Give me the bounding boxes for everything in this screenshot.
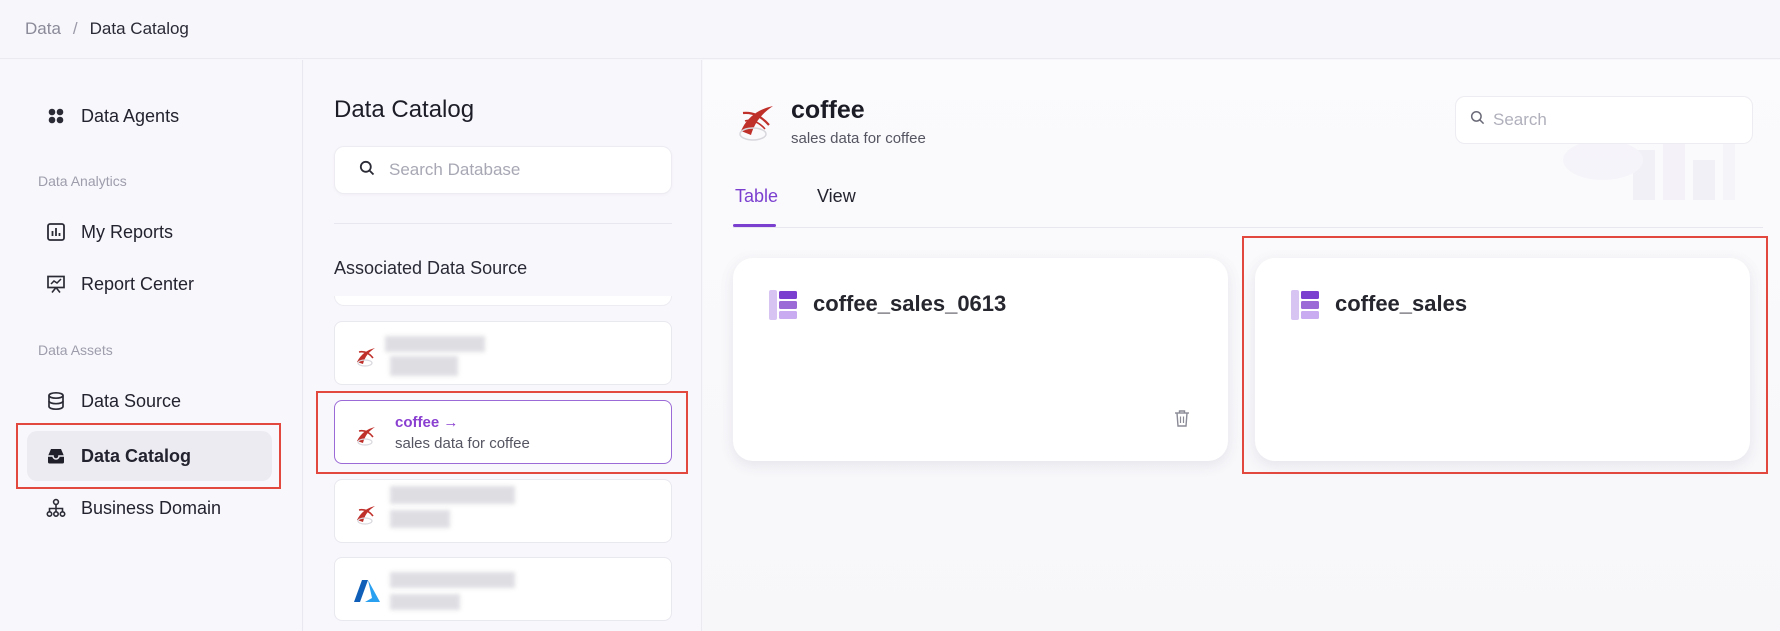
sidebar-item-label: Data Agents (81, 105, 180, 126)
main-content: coffee sales data for coffee Table View … (703, 60, 1780, 631)
catalog-icon (45, 445, 67, 467)
sql-server-logo (735, 97, 777, 143)
redacted-description (390, 594, 460, 610)
data-source-name[interactable]: coffee → (395, 414, 458, 431)
sidebar-item-data-source[interactable]: Data Source (27, 376, 272, 426)
data-source-description: sales data for coffee (395, 435, 530, 452)
search-icon (359, 160, 375, 181)
breadcrumb: Data / Data Catalog (0, 0, 1780, 59)
table-icon (1291, 290, 1319, 320)
database-description: sales data for coffee (791, 130, 926, 147)
agents-icon (45, 105, 67, 127)
active-tab-indicator (733, 224, 776, 227)
hierarchy-icon (45, 497, 67, 519)
sidebar-item-data-catalog[interactable]: Data Catalog (27, 431, 272, 481)
search-database-box[interactable] (334, 146, 672, 194)
sidebar-item-label: Data Source (81, 390, 182, 411)
table-name: coffee_sales (1335, 291, 1468, 316)
redacted-name (390, 572, 515, 588)
sidebar-item-my-reports[interactable]: My Reports (27, 207, 272, 257)
data-source-card-partial[interactable] (334, 296, 672, 306)
redacted-name (385, 336, 485, 352)
table-search-box[interactable] (1455, 96, 1753, 144)
sql-server-icon (353, 421, 379, 447)
search-database-input[interactable] (389, 160, 649, 180)
redacted-name (390, 486, 515, 504)
sidebar-item-report-center[interactable]: Report Center (27, 259, 272, 309)
panel-title: Data Catalog (334, 96, 475, 123)
catalog-panel: Data Catalog Associated Data Source coff… (304, 60, 702, 631)
redacted-description (390, 510, 450, 528)
section-data-analytics: Data Analytics (38, 173, 127, 189)
sidebar-item-data-agents[interactable]: Data Agents (27, 91, 272, 141)
sidebar: Data Agents Data Analytics My Reports Re… (0, 60, 303, 631)
table-card-coffee-sales[interactable]: coffee_sales (1255, 258, 1750, 461)
sidebar-item-label: Report Center (81, 273, 195, 294)
report-center-icon (45, 273, 67, 295)
database-title: coffee (791, 96, 865, 124)
tab-table[interactable]: Table (735, 186, 778, 207)
section-data-assets: Data Assets (38, 342, 113, 358)
table-card-coffee-sales-0613[interactable]: coffee_sales_0613 (733, 258, 1228, 461)
breadcrumb-root[interactable]: Data (25, 19, 61, 39)
breadcrumb-separator: / (72, 19, 78, 38)
tab-view[interactable]: View (817, 186, 856, 207)
reports-icon (45, 221, 67, 243)
sidebar-item-label: Data Catalog (81, 445, 192, 466)
data-source-card[interactable] (334, 557, 672, 621)
search-icon (1470, 110, 1485, 130)
azure-icon (353, 578, 380, 604)
table-icon (769, 290, 797, 320)
sql-server-icon (353, 342, 379, 368)
tab-bar: Table View (733, 178, 1763, 228)
associated-data-source-label: Associated Data Source (334, 258, 528, 278)
sql-server-icon (353, 500, 379, 526)
table-search-input[interactable] (1493, 110, 1733, 130)
table-name: coffee_sales_0613 (813, 291, 1007, 316)
data-source-card[interactable] (334, 479, 672, 543)
trash-icon[interactable] (1174, 409, 1190, 427)
sidebar-item-label: Business Domain (81, 497, 222, 518)
redacted-description (390, 356, 458, 376)
data-source-card[interactable] (334, 321, 672, 385)
sidebar-item-label: My Reports (81, 221, 174, 242)
sidebar-item-business-domain[interactable]: Business Domain (27, 483, 272, 533)
breadcrumb-current: Data Catalog (89, 19, 189, 38)
divider (334, 223, 672, 224)
data-source-card-coffee[interactable]: coffee → sales data for coffee (334, 400, 672, 464)
database-icon (45, 390, 67, 412)
